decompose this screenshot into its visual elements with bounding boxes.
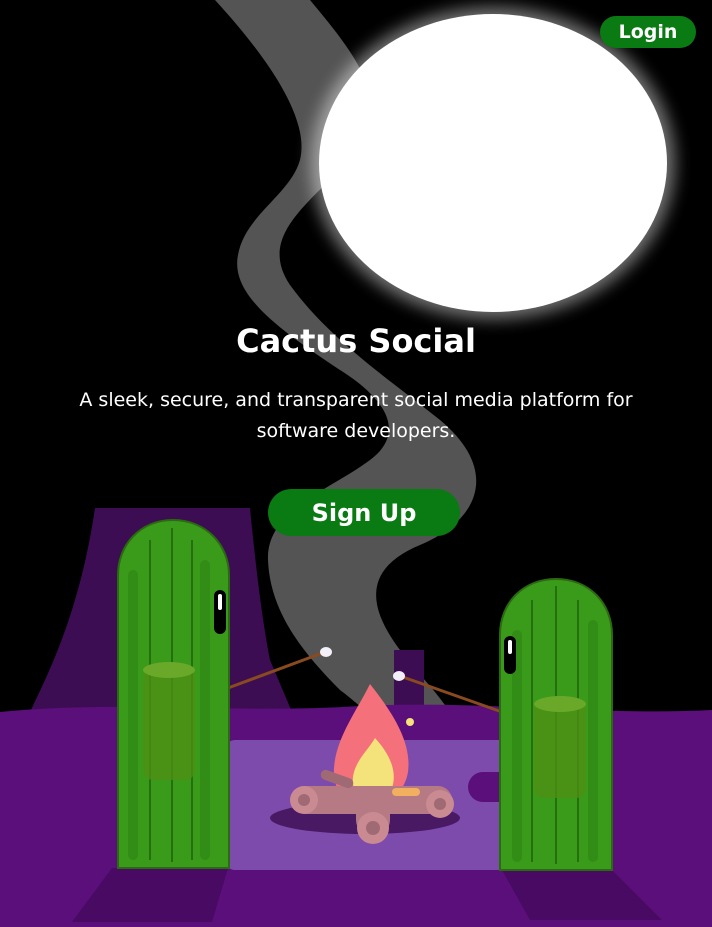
desert-night-illustration: [0, 0, 712, 927]
sign-up-button[interactable]: Sign Up: [268, 489, 460, 536]
marshmallow-left: [320, 647, 332, 657]
site-title: Cactus Social: [236, 322, 476, 360]
login-button[interactable]: Login: [600, 16, 696, 48]
site-tagline: A sleek, secure, and transparent social …: [79, 389, 633, 442]
cactus-left: [117, 518, 230, 869]
cactus-right: [499, 577, 613, 871]
landing-page: Login Cactus Social A sleek, secure, and…: [0, 0, 712, 927]
moon: [311, 7, 675, 319]
marshmallow-right: [393, 671, 405, 681]
